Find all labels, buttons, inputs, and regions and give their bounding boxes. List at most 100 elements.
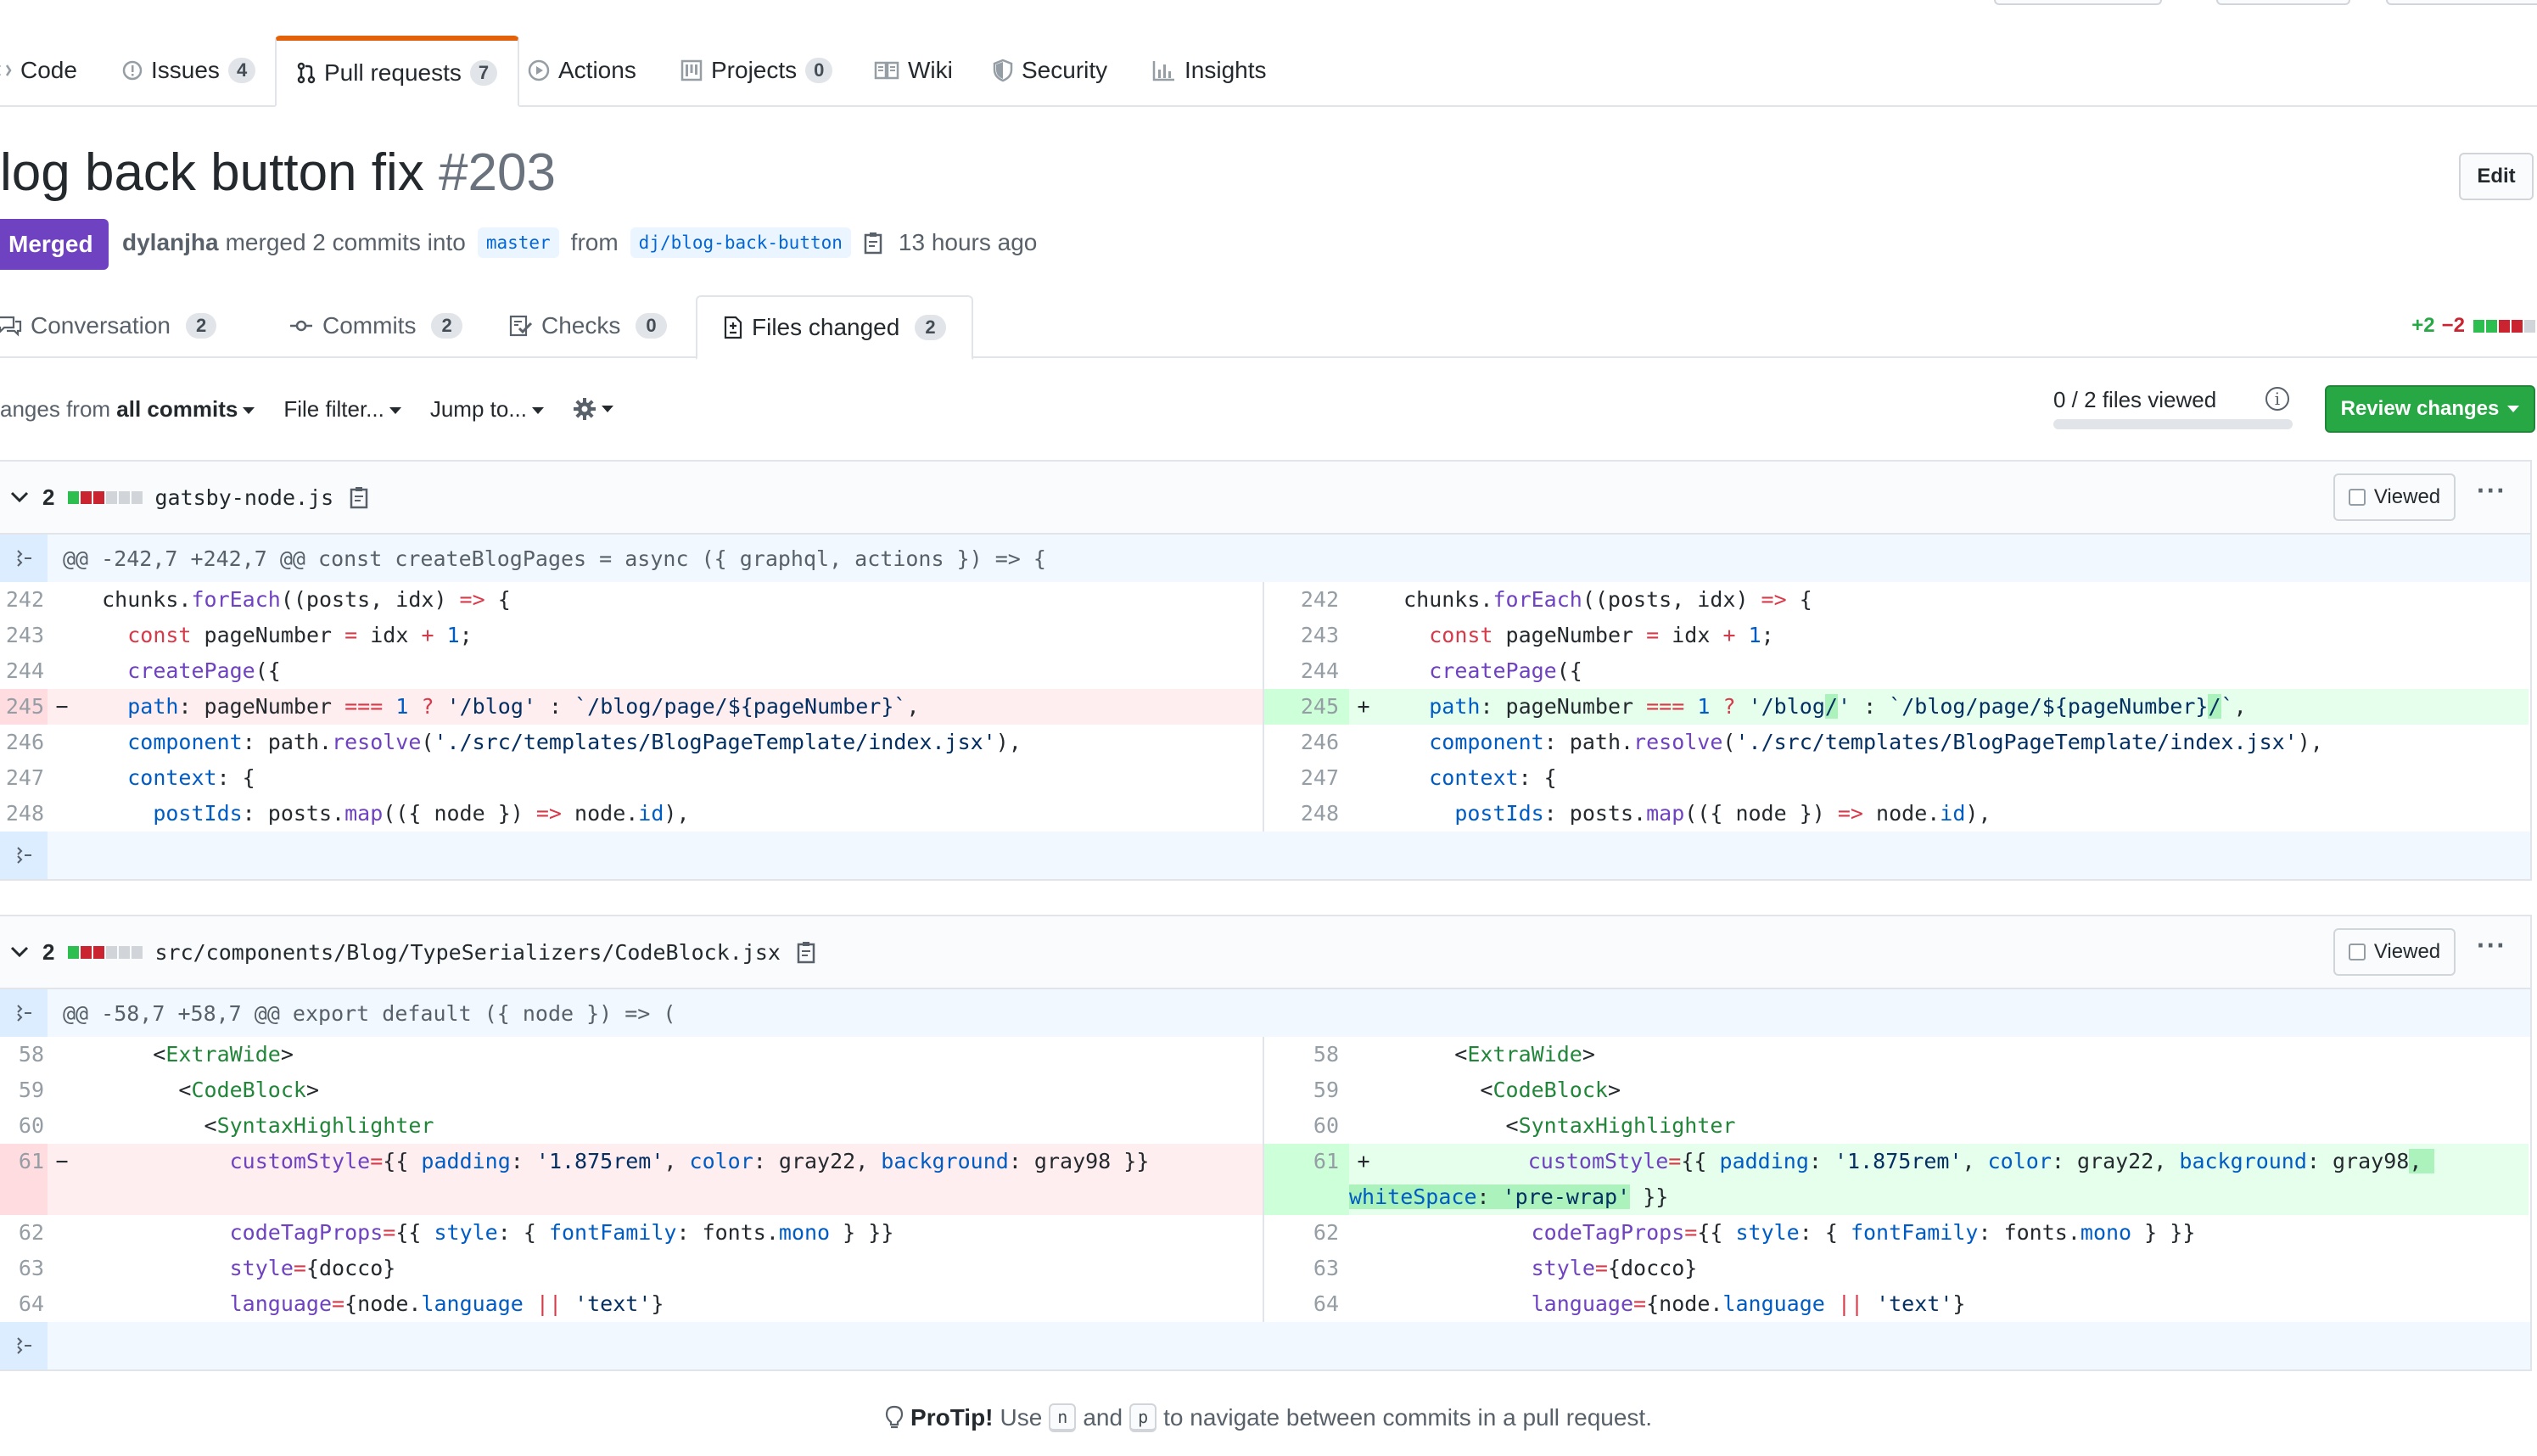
chevron-down-icon[interactable]	[10, 946, 34, 958]
page-title: log back button fix #203	[0, 143, 556, 203]
tab-commits[interactable]: Commits 2	[288, 295, 462, 356]
review-changes-button[interactable]: Review changes	[2325, 385, 2535, 433]
viewed-checkbox[interactable]: Viewed	[2333, 473, 2456, 521]
expand-icon[interactable]	[0, 535, 48, 582]
issue-icon	[122, 60, 143, 81]
tab-issues[interactable]: Issues 4	[122, 36, 256, 105]
chevron-down-icon[interactable]	[10, 491, 34, 503]
protip-rest: to navigate between commits in a pull re…	[1163, 1404, 1652, 1431]
line-number[interactable]: 242	[1264, 582, 1349, 618]
tab-pull-requests[interactable]: Pull requests 7	[275, 36, 520, 107]
code-line: style={docco}	[1531, 1256, 1698, 1280]
line-number[interactable]: 246	[0, 725, 48, 760]
line-number[interactable]: 61	[0, 1144, 48, 1215]
diff-row: 62 codeTagProps={{ style: { fontFamily: …	[0, 1215, 2530, 1251]
expand-icon[interactable]	[0, 1322, 48, 1369]
checkbox[interactable]	[2348, 489, 2366, 506]
key-n: n	[1049, 1403, 1077, 1432]
line-number[interactable]: 248	[1264, 796, 1349, 832]
edit-button[interactable]: Edit	[2459, 153, 2534, 200]
code-line: postIds: posts.map(({ node }) => node.id…	[1454, 801, 1991, 826]
author-link[interactable]: dylanjha	[122, 229, 219, 256]
line-number[interactable]: 59	[0, 1072, 48, 1108]
line-number[interactable]: 243	[1264, 618, 1349, 653]
line-number[interactable]: 245	[0, 689, 48, 725]
line-number[interactable]: 247	[0, 760, 48, 796]
tab-security[interactable]: Security	[993, 36, 1107, 105]
line-number[interactable]: 62	[0, 1215, 48, 1251]
header-button[interactable]	[2386, 0, 2537, 5]
copy-path-icon[interactable]	[349, 485, 371, 509]
diffstat-block	[2524, 319, 2535, 333]
head-branch[interactable]: dj/blog-back-button	[630, 227, 851, 258]
copy-path-icon[interactable]	[796, 940, 818, 964]
line-number[interactable]: 58	[0, 1037, 48, 1072]
info-icon[interactable]: i	[2265, 387, 2289, 411]
diff-row: 63 style={docco} 63 style={docco}	[0, 1251, 2530, 1286]
line-number[interactable]: 247	[1264, 760, 1349, 796]
hunk-header: @@ -242,7 +242,7 @@ const createBlogPage…	[0, 535, 2530, 582]
line-number[interactable]: 244	[0, 653, 48, 689]
line-number[interactable]: 246	[1264, 725, 1349, 760]
code-line: context: {	[127, 765, 255, 790]
chevron-down-icon	[532, 406, 544, 414]
diff-row: 60 <SyntaxHighlighter 60 <SyntaxHighligh…	[0, 1108, 2530, 1144]
line-number[interactable]: 62	[1264, 1215, 1349, 1251]
line-number[interactable]: 60	[1264, 1108, 1349, 1144]
hunk-text: @@ -242,7 +242,7 @@ const createBlogPage…	[63, 546, 1046, 571]
line-number[interactable]: 61	[1264, 1144, 1349, 1215]
line-number[interactable]: 59	[1264, 1072, 1349, 1108]
line-number[interactable]: 63	[1264, 1251, 1349, 1286]
diff-row: 243 const pageNumber = idx + 1; 243 cons…	[0, 618, 2530, 653]
file-path[interactable]: gatsby-node.js	[154, 485, 333, 510]
line-number[interactable]: 242	[0, 582, 48, 618]
tab-actions[interactable]: Actions	[528, 36, 636, 105]
line-number[interactable]: 58	[1264, 1037, 1349, 1072]
chevron-down-icon	[243, 406, 255, 414]
changes-from-dropdown[interactable]: anges from all commits	[0, 396, 255, 423]
jump-to-dropdown[interactable]: Jump to...	[430, 396, 544, 423]
file-filter-label: File filter...	[283, 395, 384, 422]
file-filter-dropdown[interactable]: File filter...	[283, 395, 401, 423]
diffstat-block	[2499, 319, 2510, 333]
copy-branch-icon[interactable]	[863, 231, 885, 255]
viewed-checkbox[interactable]: Viewed	[2333, 928, 2456, 976]
line-number[interactable]: 64	[1264, 1286, 1349, 1322]
change-count: 2	[42, 938, 55, 965]
additions-count: +2	[2411, 314, 2435, 337]
line-number[interactable]: 248	[0, 796, 48, 832]
graph-icon	[1152, 59, 1176, 81]
expand-icon[interactable]	[0, 832, 48, 879]
line-number[interactable]: 63	[0, 1251, 48, 1286]
file-header: 2 gatsby-node.js Viewed ···	[0, 462, 2530, 535]
more-options-icon[interactable]: ···	[2477, 477, 2506, 504]
tab-wiki[interactable]: Wiki	[874, 36, 953, 105]
tab-files-changed[interactable]: Files changed 2	[696, 295, 973, 360]
deletions-count: −2	[2441, 314, 2465, 337]
header-button[interactable]	[1994, 0, 2162, 5]
tab-code[interactable]: Code	[0, 36, 77, 105]
merge-text: merged 2 commits into	[225, 229, 466, 255]
header-button[interactable]	[2216, 0, 2350, 5]
more-options-icon[interactable]: ···	[2477, 932, 2506, 959]
settings-dropdown[interactable]	[573, 397, 613, 421]
checkbox[interactable]	[2348, 944, 2366, 960]
file-path[interactable]: src/components/Blog/TypeSerializers/Code…	[154, 940, 781, 965]
change-count: 2	[42, 484, 55, 510]
tab-conversation[interactable]: Conversation 2	[0, 295, 217, 356]
tab-insights[interactable]: Insights	[1152, 36, 1267, 105]
line-number[interactable]: 60	[0, 1108, 48, 1144]
code-line: customStyle={{ padding: '1.875rem', colo…	[1349, 1149, 2435, 1209]
line-number[interactable]: 244	[1264, 653, 1349, 689]
base-branch[interactable]: master	[477, 227, 559, 258]
line-number[interactable]: 64	[0, 1286, 48, 1322]
tab-counter: 0	[636, 313, 667, 339]
tab-counter: 2	[915, 315, 946, 340]
tab-checks[interactable]: Checks 0	[507, 295, 667, 356]
line-number[interactable]: 245	[1264, 689, 1349, 725]
pr-tabs: Conversation 2 Commits 2 Checks 0 Files …	[0, 295, 2537, 360]
line-number[interactable]: 243	[0, 618, 48, 653]
tab-projects[interactable]: Projects 0	[680, 36, 833, 105]
merge-time: 13 hours ago	[898, 229, 1038, 255]
expand-icon[interactable]	[0, 989, 48, 1037]
